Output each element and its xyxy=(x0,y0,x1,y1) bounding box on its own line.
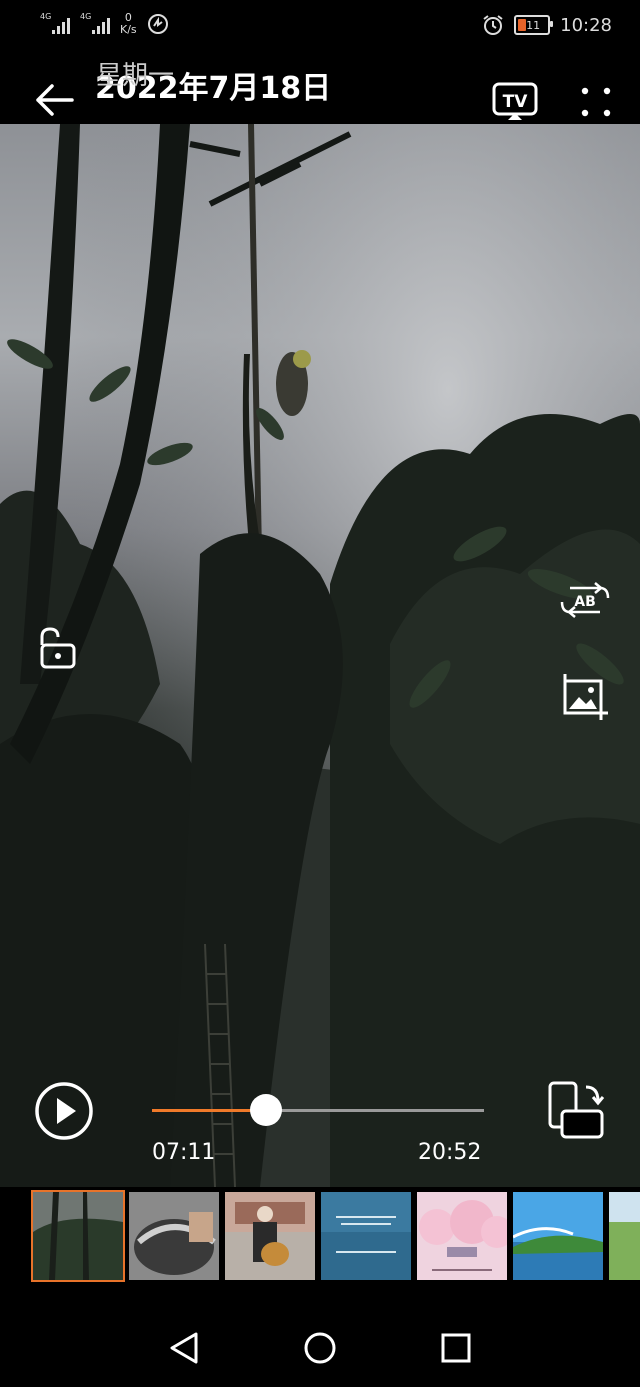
forest-scene xyxy=(0,124,640,1187)
thumbnail-lake-landscape[interactable] xyxy=(513,1192,603,1280)
alarm-icon xyxy=(483,15,503,35)
battery-icon: 11 xyxy=(514,15,554,35)
battery-level: 11 xyxy=(526,18,541,32)
total-time: 20:52 xyxy=(418,1140,482,1165)
thumbnail-forest-video[interactable] xyxy=(31,1190,125,1282)
thumbnail-guitar-photo[interactable] xyxy=(225,1192,315,1280)
screenshot-icon[interactable] xyxy=(560,672,610,722)
play-icon[interactable] xyxy=(34,1081,94,1141)
signal-icon: 4G xyxy=(40,12,70,34)
network-type-2: 4G xyxy=(80,12,92,21)
thumbnail-green-meadow[interactable] xyxy=(609,1192,640,1280)
thumbnail-blue-text-card[interactable] xyxy=(321,1192,411,1280)
status-bar: 4G 4G 0 K/s 11 10:28 xyxy=(0,0,640,54)
tv-cast-button[interactable]: TV xyxy=(492,80,540,124)
status-left: 4G 4G 0 K/s xyxy=(40,12,169,36)
system-nav-bar xyxy=(0,1300,640,1387)
recents-square-icon[interactable] xyxy=(434,1326,478,1370)
progress-bar[interactable] xyxy=(152,1094,484,1126)
rotate-screen-icon[interactable] xyxy=(546,1081,606,1141)
thumbnail-helmet-photo[interactable] xyxy=(129,1192,219,1280)
data-saver-icon xyxy=(147,14,168,34)
unlock-icon[interactable] xyxy=(36,625,78,671)
more-icon[interactable] xyxy=(578,84,614,120)
video-frame[interactable] xyxy=(0,124,640,1187)
page-subtitle: 星期一 xyxy=(96,61,175,91)
progress-fill xyxy=(152,1109,267,1112)
back-triangle-icon[interactable] xyxy=(162,1326,206,1370)
tv-cast-icon: TV xyxy=(492,82,538,120)
thumbnail-cherry-blossom-card[interactable] xyxy=(417,1192,507,1280)
signal-icon: 4G xyxy=(80,12,110,34)
network-type-1: 4G xyxy=(40,12,52,21)
speed-unit: K/s xyxy=(120,23,137,36)
status-right: 11 10:28 xyxy=(482,14,612,36)
progress-knob[interactable] xyxy=(250,1094,283,1126)
home-circle-icon[interactable] xyxy=(298,1326,342,1370)
ab-repeat-icon: AB xyxy=(560,582,610,618)
tv-label: TV xyxy=(503,92,529,112)
thumbnail-strip xyxy=(0,1190,640,1284)
ab-label: AB xyxy=(574,594,596,610)
current-time: 07:11 xyxy=(152,1140,216,1165)
clock: 10:28 xyxy=(560,14,612,36)
ab-repeat-button[interactable]: AB xyxy=(558,580,612,620)
network-speed: 0 K/s xyxy=(120,12,137,36)
back-arrow-icon[interactable] xyxy=(30,78,80,122)
